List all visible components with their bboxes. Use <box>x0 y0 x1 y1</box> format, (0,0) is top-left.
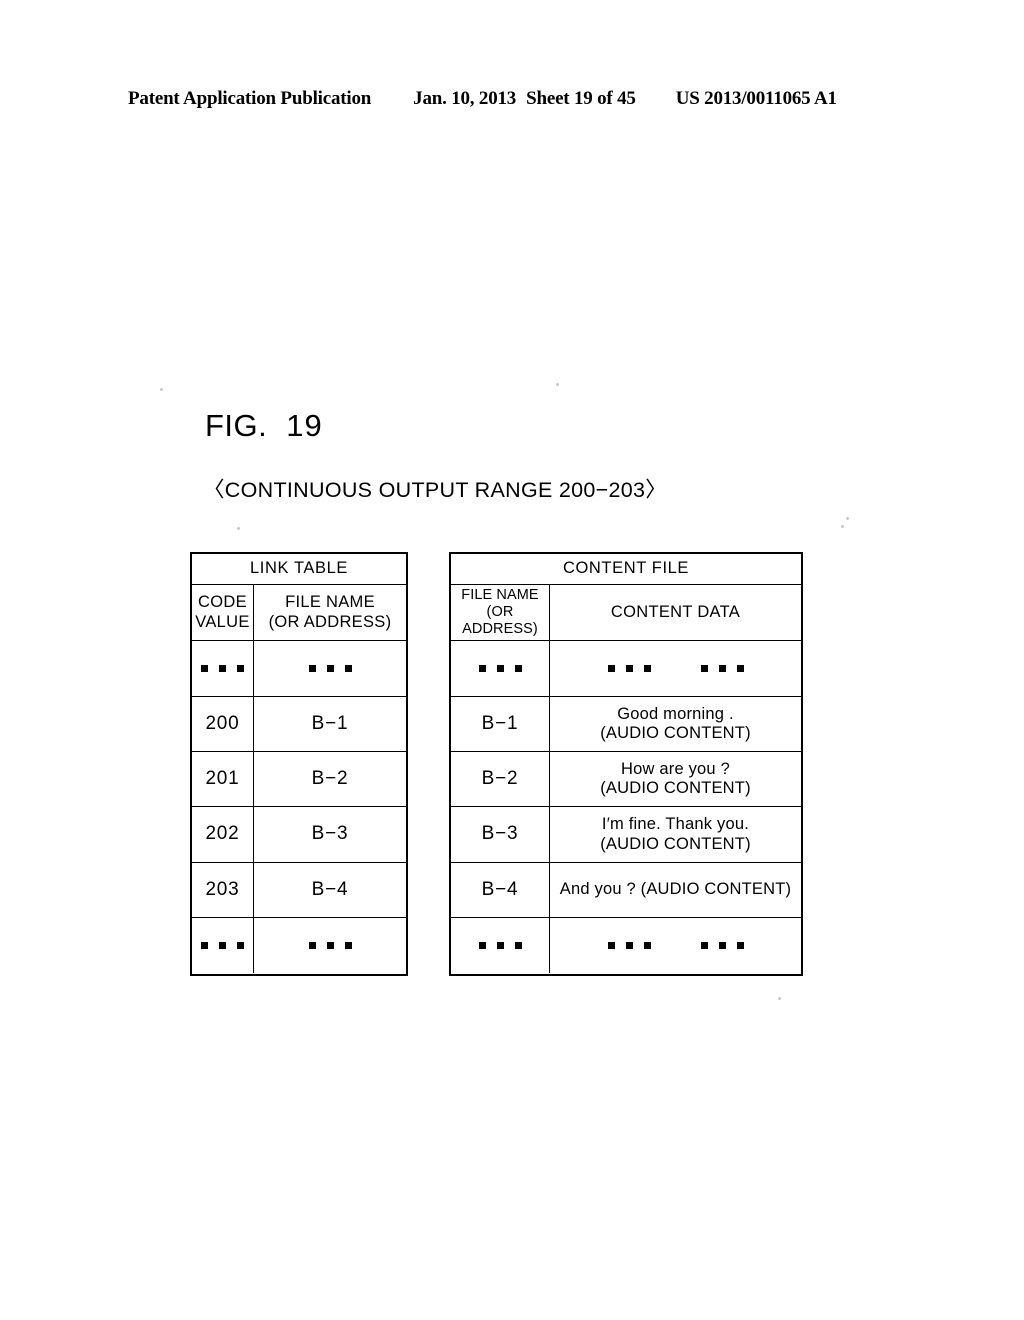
content-data-line2: (AUDIO CONTENT) <box>600 834 751 853</box>
ellipsis-icon <box>607 942 651 949</box>
scan-speckle <box>160 388 163 391</box>
table-row: 200 B−1 <box>192 697 406 752</box>
scan-speckle <box>237 527 240 530</box>
content-file-table-cell-file-name: B−2 <box>451 752 550 806</box>
content-file-table-header-content-data: CONTENT DATA <box>610 602 741 621</box>
link-table-cell-file-name <box>254 918 406 973</box>
ellipsis-icon <box>478 665 522 672</box>
header-publication: Patent Application Publication <box>128 88 372 109</box>
content-file-table-title: CONTENT FILE <box>562 559 690 578</box>
ellipsis-icon <box>201 665 244 672</box>
scan-speckle <box>841 525 844 528</box>
content-file-table-cell-content-data: And you ? (AUDIO CONTENT) <box>559 880 792 899</box>
link-table-header-row: CODE VALUE FILE NAME (OR ADDRESS) <box>192 585 406 641</box>
content-file-table-cell-content-data: I′m fine. Thank you. (AUDIO CONTENT) <box>550 807 801 862</box>
content-file-table-cell-file-name <box>451 641 550 696</box>
ellipsis-icon <box>700 942 744 949</box>
scan-speckle <box>846 517 849 520</box>
header-sheet-number: Sheet 19 of 45 <box>526 88 636 109</box>
ellipsis-icon <box>478 942 522 949</box>
figure-label-number: 19 <box>286 408 323 443</box>
link-table-title: LINK TABLE <box>249 559 348 578</box>
content-file-table-cell-content-data <box>550 918 801 973</box>
content-file-table-title-row: CONTENT FILE <box>451 554 801 585</box>
table-row: B−3 I′m fine. Thank you. (AUDIO CONTENT) <box>451 807 801 863</box>
table-row: 202 B−3 <box>192 807 406 863</box>
content-file-table-header-row: FILE NAME (OR ADDRESS) CONTENT DATA <box>451 585 801 641</box>
link-table-header-file-name-line2: (OR ADDRESS) <box>268 612 392 631</box>
table-row <box>192 918 406 973</box>
link-table-cell-file-name: B−1 <box>311 712 349 734</box>
ellipsis-pair-icon <box>607 942 744 949</box>
scan-speckle <box>556 383 559 386</box>
ellipsis-icon <box>308 942 352 949</box>
link-table: LINK TABLE CODE VALUE FILE NAME (OR ADDR… <box>190 552 408 976</box>
content-data-line2: (AUDIO CONTENT) <box>600 724 751 742</box>
content-file-table-cell-file-name: B−1 <box>451 697 550 751</box>
content-file-table: CONTENT FILE FILE NAME (OR ADDRESS) CONT… <box>449 552 803 976</box>
link-table-cell-code-value: 200 <box>192 697 254 751</box>
table-row: B−1 Good morning . (AUDIO CONTENT) <box>451 697 801 752</box>
link-table-cell-code-value <box>192 641 254 696</box>
link-table-header-code-value: CODE VALUE <box>192 585 254 640</box>
link-table-title-row: LINK TABLE <box>192 554 406 585</box>
content-file-table-cell-file-name <box>451 918 550 973</box>
ellipsis-icon <box>607 665 651 672</box>
page-header: Patent Application Publication Jan. 10, … <box>128 88 896 110</box>
ellipsis-pair-icon <box>607 665 744 672</box>
table-row <box>451 918 801 973</box>
content-file-table-cell-file-name: B−4 <box>451 863 550 917</box>
figure-caption: 〈CONTINUOUS OUTPUT RANGE 200−203〉 <box>203 478 668 502</box>
table-row <box>192 641 406 697</box>
link-table-cell-code-value: 201 <box>192 752 254 806</box>
ellipsis-icon <box>201 942 244 949</box>
link-table-header-code-value-line2: VALUE <box>195 612 250 631</box>
link-table-header-code-value-line1: CODE <box>198 593 247 612</box>
link-table-cell-file-name: B−2 <box>311 767 349 789</box>
content-file-table-cell-content-data <box>550 641 801 696</box>
link-table-header-file-name: FILE NAME (OR ADDRESS) <box>254 585 406 640</box>
table-row: B−4 And you ? (AUDIO CONTENT) <box>451 863 801 918</box>
link-table-cell-code-value: 202 <box>192 807 254 862</box>
link-table-cell-file-name: B−4 <box>311 878 349 900</box>
content-data-line1: I′m fine. Thank you. <box>601 815 750 834</box>
content-file-table-header-file-name: FILE NAME (OR ADDRESS) <box>451 585 550 640</box>
link-table-cell-file-name <box>254 641 406 696</box>
content-data-line1: How are you ? <box>620 759 730 778</box>
content-file-table-cell-content-data: Good morning . (AUDIO CONTENT) <box>550 697 801 751</box>
header-patent-number: US 2013/0011065 A1 <box>675 88 837 109</box>
content-file-table-header-file-name-line1: FILE NAME <box>461 586 539 603</box>
header-date: Jan. 10, 2013 <box>413 88 517 109</box>
table-row: 201 B−2 <box>192 752 406 807</box>
content-file-table-header-file-name-line2: (OR ADDRESS) <box>462 603 538 638</box>
content-file-table-cell-content-data: How are you ? (AUDIO CONTENT) <box>550 752 801 806</box>
figure-label-word: FIG. <box>205 408 268 443</box>
table-row: B−2 How are you ? (AUDIO CONTENT) <box>451 752 801 807</box>
content-file-table-cell-file-name: B−3 <box>451 807 550 862</box>
link-table-cell-code-value <box>192 918 254 973</box>
link-table-cell-code-value: 203 <box>192 863 254 917</box>
ellipsis-icon <box>308 665 352 672</box>
content-data-line1: Good morning . <box>617 704 734 723</box>
link-table-cell-file-name: B−3 <box>311 823 349 845</box>
link-table-header-file-name-line1: FILE NAME <box>285 593 375 612</box>
table-row: 203 B−4 <box>192 863 406 918</box>
figure-label: FIG. 19 <box>205 408 323 444</box>
table-row <box>451 641 801 697</box>
scan-speckle <box>778 997 781 1000</box>
ellipsis-icon <box>700 665 744 672</box>
content-data-line2: (AUDIO CONTENT) <box>600 779 751 797</box>
